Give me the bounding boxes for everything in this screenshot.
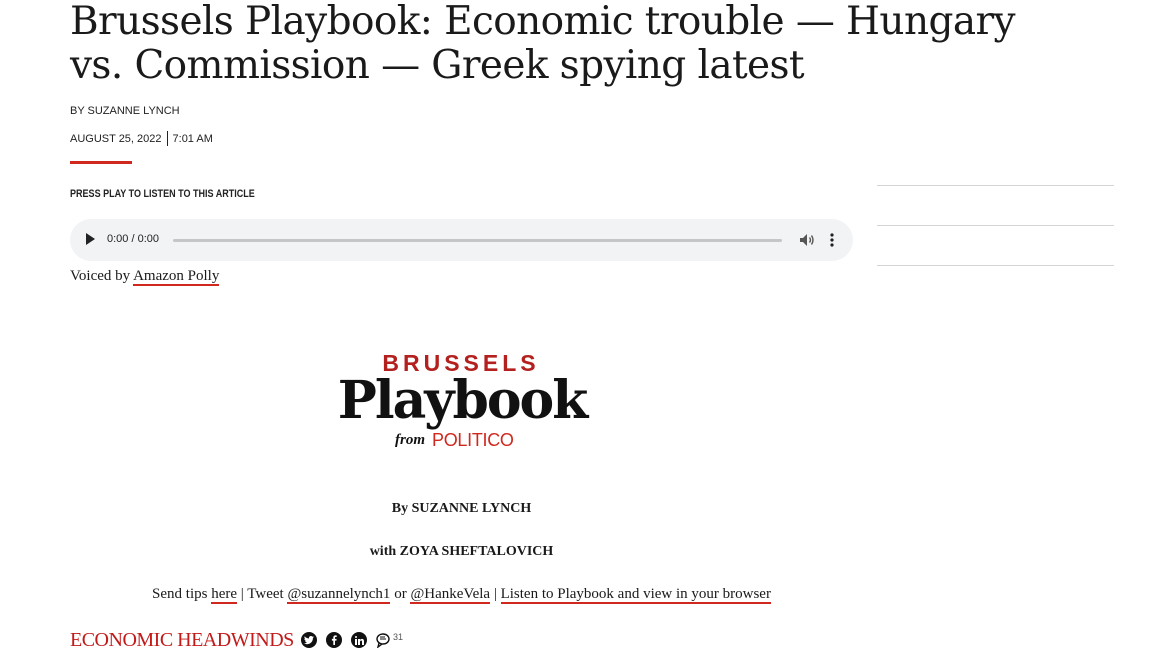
audio-time: 0:00 / 0:00 [107, 233, 159, 245]
comment-icon [376, 633, 390, 648]
volume-icon[interactable] [799, 233, 815, 247]
article-headline: Brussels Playbook: Economic trouble — Hu… [70, 0, 1016, 88]
tweet-label: Tweet [247, 586, 284, 602]
twitter-handle-link[interactable]: @HankeVela [410, 586, 491, 604]
logo-playbook: Playbook [337, 370, 589, 431]
listen-playbook-link[interactable]: Listen to Playbook and view in your brow… [500, 586, 771, 604]
tips-prefix: Send tips [152, 586, 208, 602]
sidebar-divider [877, 225, 1114, 226]
more-options-icon[interactable] [829, 233, 835, 247]
section-heading: ECONOMIC HEADWINDS [70, 629, 294, 651]
share-icons: 31 [301, 632, 403, 648]
byline-accent-rule [70, 161, 132, 164]
or-label: or [394, 586, 407, 602]
sidebar-divider [877, 265, 1114, 266]
audio-progress-bar[interactable] [173, 239, 782, 242]
voiced-by-line: Voiced by Amazon Polly [70, 268, 220, 286]
sidebar-divider [877, 185, 1114, 186]
tips-separator: | [493, 586, 497, 602]
credit-contributor: with ZOYA SHEFTALOVICH [369, 544, 554, 559]
byline: BY SUZANNE LYNCH [70, 105, 180, 117]
play-icon[interactable] [86, 233, 95, 245]
comments-button[interactable]: 31 [376, 632, 403, 648]
twitter-handle-link[interactable]: @suzannelynch1 [287, 586, 391, 604]
twitter-icon[interactable] [301, 632, 317, 648]
voiced-by-label: Voiced by [70, 268, 131, 284]
tips-separator: | [240, 586, 244, 602]
comment-count: 31 [393, 632, 404, 642]
dateline: AUGUST 25, 2022 7:01 AM [70, 131, 213, 146]
amazon-polly-link[interactable]: Amazon Polly [133, 268, 220, 286]
publish-time: 7:01 AM [172, 132, 213, 145]
tips-here-link[interactable]: here [211, 586, 238, 604]
audio-prompt: PRESS PLAY TO LISTEN TO THIS ARTICLE [70, 188, 255, 200]
logo-from: from [395, 432, 425, 448]
tips-line: Send tips here | Tweet @suzannelynch1 or… [70, 586, 853, 604]
linkedin-icon[interactable] [351, 632, 367, 648]
facebook-icon[interactable] [326, 632, 342, 648]
date-separator [166, 131, 168, 146]
publish-date: AUGUST 25, 2022 [70, 132, 162, 145]
credit-author: By SUZANNE LYNCH [391, 501, 532, 516]
audio-player: 0:00 / 0:00 [70, 219, 853, 261]
logo-politico: POLITICO [432, 430, 514, 450]
